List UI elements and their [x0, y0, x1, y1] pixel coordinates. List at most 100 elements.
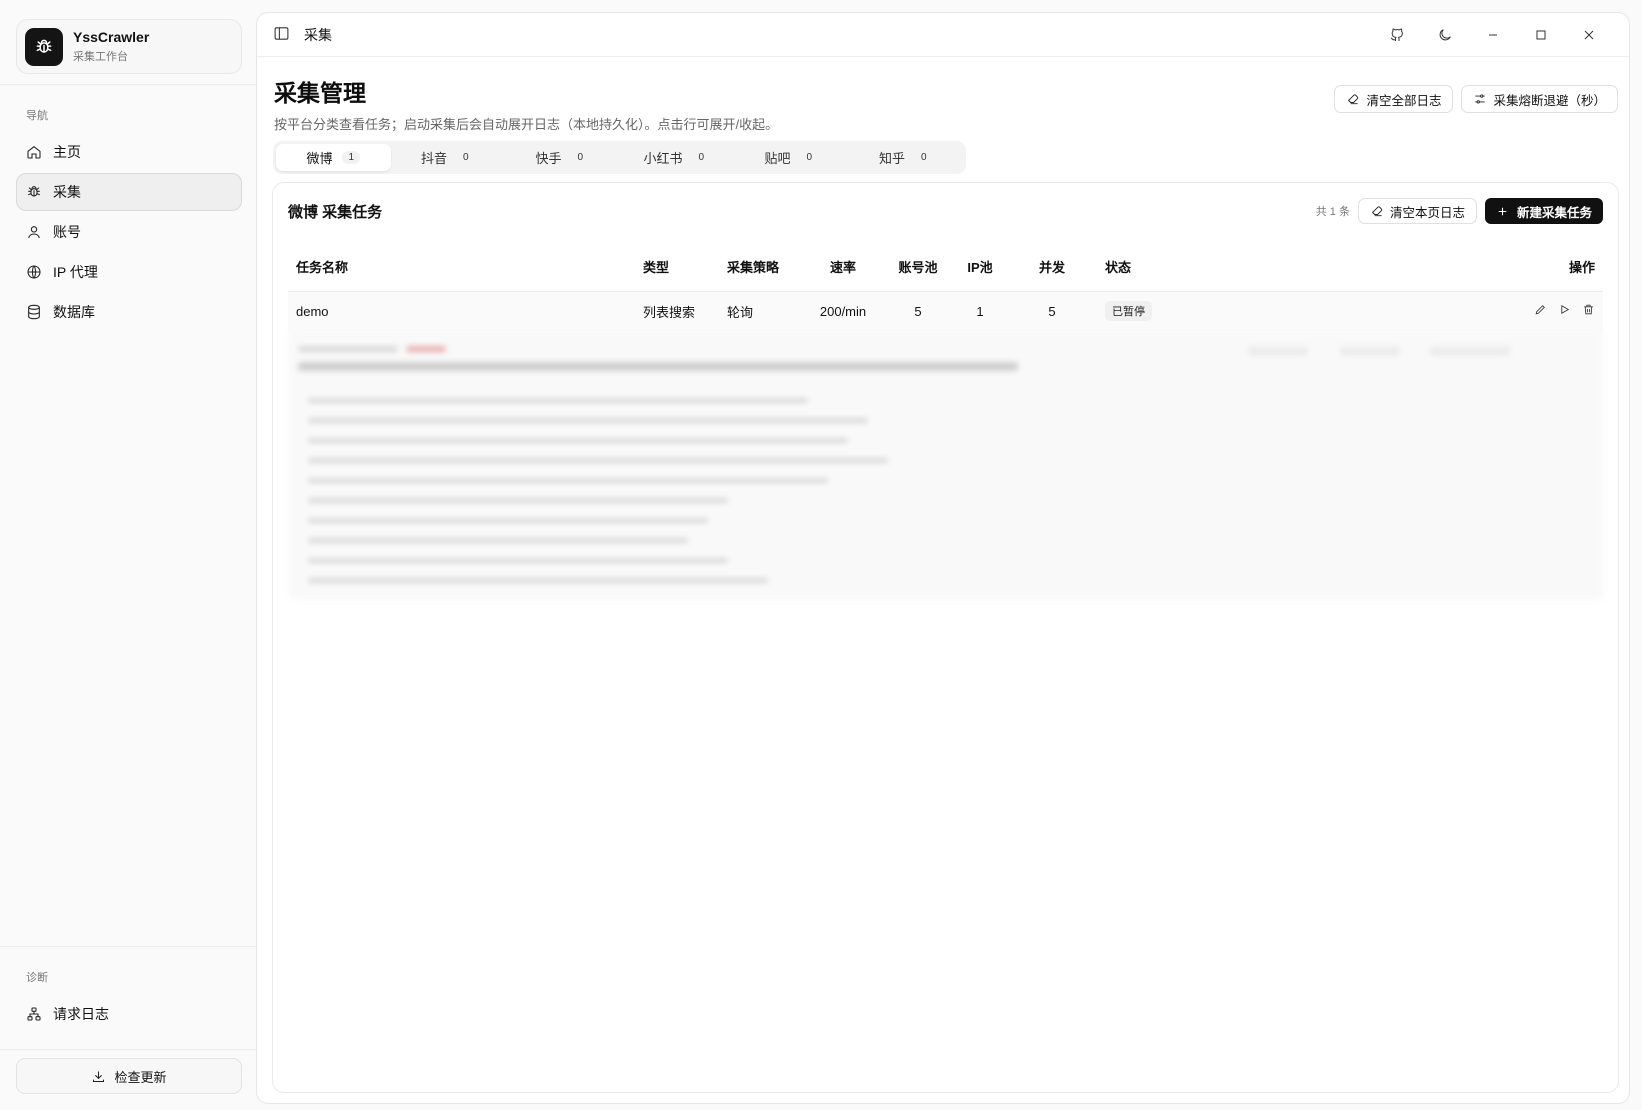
- column-header: IP池: [953, 243, 1007, 292]
- breadcrumb: 采集: [304, 26, 332, 43]
- column-header: 并发: [1007, 243, 1097, 292]
- task-rate: 200/min: [803, 291, 883, 331]
- tab-count: 0: [462, 152, 469, 163]
- status-badge: 已暂停: [1105, 301, 1152, 322]
- brand-subtitle: 采集工作台: [73, 51, 128, 63]
- network-icon: [27, 1007, 41, 1021]
- sidebar-divider: [0, 84, 256, 85]
- app-window: YssCrawler 采集工作台 导航 主页 采集 账号 IP 代理 数据库 诊…: [0, 0, 1642, 1110]
- task-status-cell: 已暂停: [1097, 291, 1177, 331]
- tab-zhihu[interactable]: 知乎 0: [849, 144, 964, 171]
- maximize-icon: [1536, 30, 1546, 39]
- task-ip-pool: 1: [953, 291, 1007, 331]
- circuit-breaker-button[interactable]: 采集熔断退避（秒）: [1461, 85, 1618, 113]
- sidebar-toggle-button[interactable]: [273, 25, 290, 45]
- column-header: 速率: [803, 243, 883, 292]
- globe-icon: [27, 265, 41, 279]
- sidebar-item-request-log[interactable]: 请求日志: [16, 995, 242, 1033]
- clear-page-logs-label: 清空本页日志: [1389, 205, 1465, 220]
- minimize-icon: [1489, 34, 1497, 35]
- page-title: 采集管理: [274, 80, 366, 106]
- tab-label: 微博: [306, 151, 333, 166]
- task-ops-cell: [1177, 291, 1603, 331]
- sidebar-item-accounts[interactable]: 账号: [16, 213, 242, 251]
- task-table: 任务名称 类型 采集策略 速率 账号池 IP池 并发 状态 操作 demo 列表…: [288, 243, 1603, 331]
- eraser-icon: [1371, 206, 1383, 217]
- tab-label: 快手: [535, 151, 562, 166]
- sidebar-item-ip-proxy[interactable]: IP 代理: [16, 253, 242, 291]
- column-header: 任务名称: [288, 243, 635, 292]
- circuit-breaker-label: 采集熔断退避（秒）: [1493, 93, 1606, 108]
- tab-tieba[interactable]: 贴吧 0: [734, 144, 849, 171]
- sidebar-toggle-icon: [274, 26, 289, 40]
- column-header: 采集策略: [719, 243, 803, 292]
- brand-name: YssCrawler: [73, 29, 150, 45]
- platform-tabs: 微博 1 抖音 0 快手 0 小红书 0 贴吧 0 知乎 0: [273, 141, 966, 174]
- tab-douyin[interactable]: 抖音 0: [391, 144, 506, 171]
- delete-button[interactable]: [1582, 303, 1595, 319]
- close-button[interactable]: [1565, 27, 1613, 43]
- task-strategy: 轮询: [719, 291, 803, 331]
- home-icon: [27, 145, 41, 159]
- bug-icon: [28, 186, 40, 197]
- check-update-button[interactable]: 检查更新: [16, 1058, 242, 1094]
- diag-heading: 诊断: [26, 972, 48, 984]
- minimize-button[interactable]: [1469, 27, 1517, 43]
- tab-label: 贴吧: [764, 151, 791, 166]
- task-name: demo: [288, 291, 635, 331]
- task-log-panel-blurred: [288, 328, 1603, 600]
- sidebar-item-home[interactable]: 主页: [16, 133, 242, 171]
- tab-label: 抖音: [420, 151, 447, 166]
- page-header: 采集管理 按平台分类查看任务；启动采集后会自动展开日志（本地持久化）。点击行可展…: [274, 74, 778, 133]
- sidebar-item-label: 请求日志: [53, 1006, 109, 1022]
- page-description: 按平台分类查看任务；启动采集后会自动展开日志（本地持久化）。点击行可展开/收起。: [274, 117, 779, 132]
- column-header: 状态: [1097, 243, 1177, 292]
- column-header: 操作: [1177, 243, 1603, 292]
- tab-label: 小红书: [643, 151, 683, 166]
- column-header: 账号池: [883, 243, 953, 292]
- theme-toggle-button[interactable]: [1421, 27, 1469, 43]
- maximize-button[interactable]: [1517, 27, 1565, 43]
- sidebar-item-label: 主页: [53, 144, 81, 160]
- sidebar-item-crawl[interactable]: 采集: [16, 173, 242, 211]
- play-icon: [1561, 305, 1570, 315]
- brand-card[interactable]: YssCrawler 采集工作台: [16, 19, 242, 74]
- plus-icon: [1498, 207, 1507, 215]
- clear-all-logs-label: 清空全部日志: [1366, 93, 1442, 108]
- task-card: 微博 采集任务 共 1 条 清空本页日志 新建采集任务 任务名称 类型 采集策略…: [272, 182, 1619, 1093]
- edit-button[interactable]: [1534, 303, 1547, 319]
- clear-page-logs-button[interactable]: 清空本页日志: [1357, 198, 1477, 224]
- eraser-icon: [1348, 94, 1359, 105]
- sidebar-item-database[interactable]: 数据库: [16, 293, 242, 331]
- pencil-icon: [1535, 305, 1545, 315]
- clear-all-logs-button[interactable]: 清空全部日志: [1334, 85, 1454, 113]
- tab-count: 0: [577, 152, 584, 163]
- database-icon: [28, 304, 40, 320]
- bug-logo-icon: [25, 27, 63, 66]
- main-panel: 采集 采集管理 按平台分类查看任务；启动采集后会自动展开日志（本地持久化）。点击…: [256, 12, 1630, 1104]
- sidebar: YssCrawler 采集工作台 导航 主页 采集 账号 IP 代理 数据库 诊…: [0, 0, 256, 1110]
- task-type: 列表搜索: [635, 291, 719, 331]
- tab-kuaishou[interactable]: 快手 0: [505, 144, 620, 171]
- sidebar-item-label: IP 代理: [53, 264, 98, 280]
- nav-heading: 导航: [26, 110, 48, 122]
- tab-weibo[interactable]: 微博 1: [276, 144, 391, 171]
- check-update-label: 检查更新: [114, 1069, 167, 1085]
- tab-label: 知乎: [878, 151, 905, 166]
- close-icon: [1584, 30, 1594, 39]
- sidebar-divider: [0, 1049, 256, 1050]
- sidebar-divider: [0, 946, 256, 947]
- download-icon: [93, 1071, 105, 1082]
- start-button[interactable]: [1558, 303, 1571, 319]
- new-task-button[interactable]: 新建采集任务: [1484, 198, 1603, 224]
- card-title: 微博 采集任务: [288, 203, 383, 221]
- task-account-pool: 5: [883, 291, 953, 331]
- sidebar-item-label: 采集: [53, 184, 81, 200]
- tab-xiaohongshu[interactable]: 小红书 0: [620, 144, 735, 171]
- github-button[interactable]: [1373, 27, 1421, 43]
- task-total: 共 1 条: [1315, 206, 1350, 218]
- table-row[interactable]: demo 列表搜索 轮询 200/min 5 1 5 已暂停: [288, 291, 1603, 331]
- tab-count: 0: [920, 152, 927, 163]
- github-icon: [1390, 28, 1403, 41]
- tab-count: 0: [698, 152, 705, 163]
